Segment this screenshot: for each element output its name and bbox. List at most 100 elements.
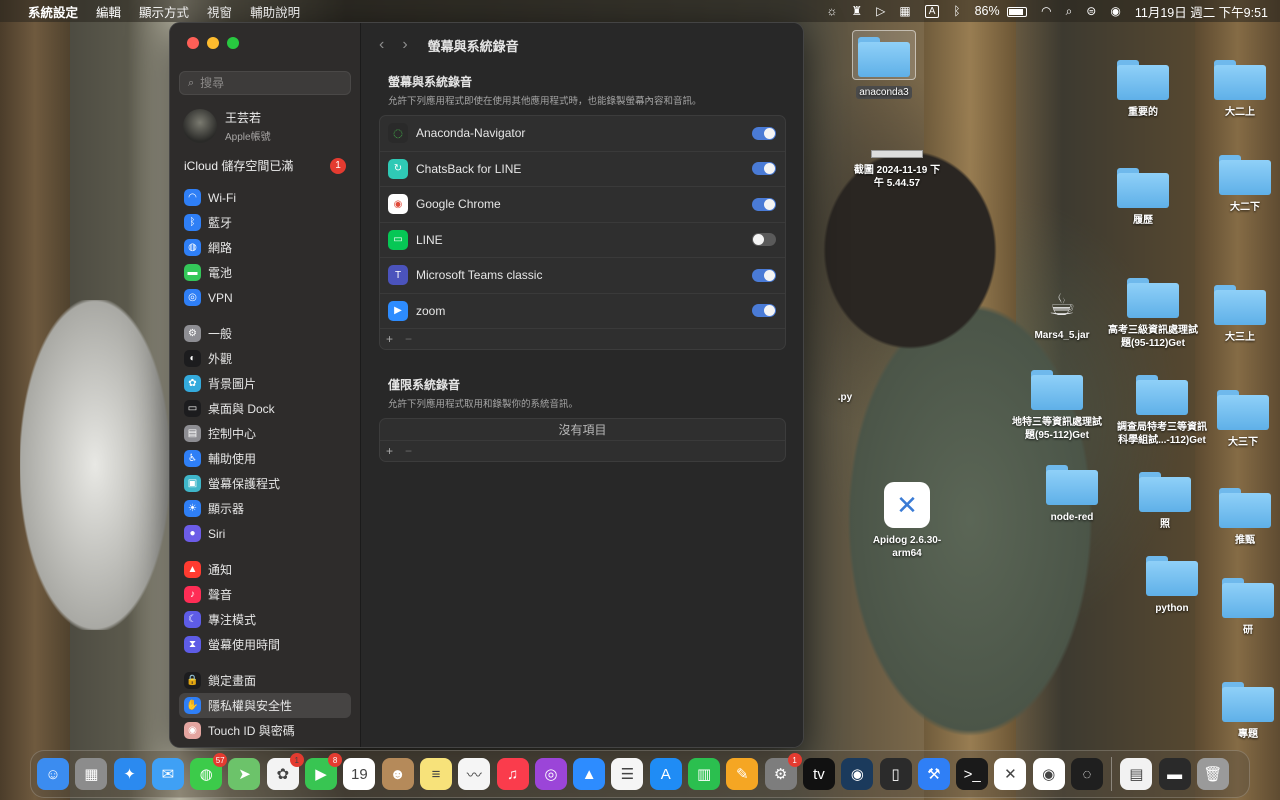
sidebar-item-focus[interactable]: ☾ 專注模式 [179,607,351,632]
clock[interactable]: 11月19日 週二 下午9:51 [1135,2,1268,21]
desktop-item[interactable]: 研 [1203,578,1280,637]
battery-status[interactable]: 86% [975,4,1028,18]
desktop-item[interactable]: 調查局特考三等資訊科學組試...-112)Get [1117,375,1207,447]
permission-toggle[interactable] [752,162,776,176]
apple-account[interactable]: 王芸若 Apple帳號 [183,109,360,143]
wifi-icon[interactable]: ◠ [1041,4,1051,18]
podcasts-icon[interactable]: ◎ [534,758,567,790]
siri-icon[interactable]: ◉ [1110,4,1120,18]
sidebar-item-display[interactable]: ☀ 顯示器 [179,496,351,521]
xcode-icon[interactable]: ⚒ [917,758,950,790]
permission-toggle[interactable] [752,126,776,140]
search-input[interactable] [200,76,341,90]
sidebar-item-appearance[interactable]: ◐ 外觀 [179,346,351,371]
permission-toggle[interactable] [752,233,776,247]
sidebar-item-sound[interactable]: ♪ 聲音 [179,582,351,607]
desktop-item[interactable]: 照 [1120,472,1210,531]
calendar-icon[interactable]: 19 [343,758,376,790]
sidebar-item-accessibility[interactable]: ♿ 輔助使用 [179,446,351,471]
add-app-button[interactable]: + [386,332,393,346]
menu-edit[interactable]: 編輯 [96,2,121,21]
rocket-icon[interactable]: ♜ [851,4,862,18]
sidebar-item-network[interactable]: ◍ 網路 [179,235,351,260]
sidebar-item-screensaver[interactable]: ▣ 螢幕保護程式 [179,471,351,496]
finder-icon[interactable]: ☺ [37,758,69,790]
control-center-icon[interactable]: ⊜ [1086,4,1096,18]
sidebar-item-dock[interactable]: ▭ 桌面與 Dock [179,396,351,421]
input-source-icon[interactable]: A [924,4,940,18]
steam-icon[interactable]: ◉ [841,758,874,790]
contacts-icon[interactable]: ☻ [381,758,414,790]
trash-icon[interactable]: 🗑 [1196,758,1229,790]
menu-help[interactable]: 輔助說明 [250,2,300,21]
system-settings-icon[interactable]: ⚙ 1 [764,753,802,790]
sidebar-item-notification[interactable]: ▲ 通知 [179,557,351,582]
launchpad-icon[interactable]: ▦ [75,758,108,790]
desktop-item[interactable]: 大二下 [1200,155,1280,214]
play-circle-icon[interactable]: ▷ [876,4,885,18]
desktop-item[interactable]: 大三下 [1198,390,1280,449]
sidebar-item-siri[interactable]: ● Siri [179,521,351,546]
anaconda-icon[interactable]: ◌ [1071,758,1104,790]
desktop-item[interactable]: .py [800,345,890,404]
desktop-item[interactable]: ✕ Apidog 2.6.30-arm64 [862,482,952,560]
screenshot-stack-icon[interactable]: ▬ [1158,758,1191,790]
sidebar-item-battery[interactable]: ▬ 電池 [179,260,351,285]
bluetooth-icon[interactable]: ᛒ [953,4,960,18]
remove-app-button[interactable]: − [405,444,412,458]
apidog-icon[interactable]: ✕ [994,758,1027,790]
facetime-icon[interactable]: ▶ 8 [305,753,343,790]
sidebar-item-privacy-hand[interactable]: ✋ 隱私權與安全性 [179,693,351,718]
desktop-item[interactable]: 推甄 [1200,488,1280,547]
desktop-item[interactable]: 重要的 [1098,60,1188,119]
appstore-icon[interactable]: A [649,758,682,790]
messages-icon[interactable]: ◍ 57 [190,753,228,790]
keynote-icon[interactable]: ▲ [573,758,606,790]
pages-icon[interactable]: ✎ [726,758,759,790]
desktop-item[interactable]: 專題 [1203,682,1280,741]
appletv-icon[interactable]: tv [802,758,835,790]
add-app-button[interactable]: + [386,444,393,458]
numbers-icon[interactable]: ▥ [688,758,721,790]
desktop-item[interactable]: node-red [1027,465,1117,524]
sidebar-item-wifi[interactable]: ◠ Wi-Fi [179,185,351,210]
maps-icon[interactable]: ➤ [228,758,261,790]
mail-icon[interactable]: ✉ [151,758,184,790]
desktop-item[interactable]: ☕ Mars4_5.jar [1017,288,1107,342]
desktop-item[interactable]: 截圖 2024-11-19 下午 5.44.57 [852,150,942,190]
spotlight-search-icon[interactable]: ⌕ [1066,4,1073,19]
desktop-item[interactable]: 履歷 [1098,168,1188,227]
back-chevron-icon[interactable]: ‹ [379,36,384,54]
sidebar-item-control-center[interactable]: ▤ 控制中心 [179,421,351,446]
notes-icon[interactable]: ≡ [419,758,452,790]
desktop-item[interactable]: 高考三級資訊處理試題(95-112)Get [1108,278,1198,350]
sidebar-item-vpn[interactable]: ◎ VPN [179,285,351,310]
document-icon[interactable]: ▤ [1120,758,1153,790]
sidebar-item-screentime[interactable]: ⧗ 螢幕使用時間 [179,632,351,657]
desktop-item[interactable]: 大二上 [1195,60,1280,119]
sidebar-item-lock[interactable]: 🔒 鎖定畫面 [179,668,351,693]
safari-icon[interactable]: ✦ [113,758,146,790]
sidebar-item-bluetooth[interactable]: ᛒ 藍牙 [179,210,351,235]
terminal-icon[interactable]: >_ [956,758,989,790]
iphone-mirroring-icon[interactable]: ▯ [879,758,912,790]
permission-toggle[interactable] [752,197,776,211]
permission-toggle[interactable] [752,304,776,318]
brightness-icon[interactable]: ☼ [826,4,837,18]
close-button[interactable] [187,37,199,49]
menu-app-name[interactable]: 系統設定 [28,2,78,21]
remove-app-button[interactable]: − [405,332,412,346]
reminders-icon[interactable]: ☰ [611,758,644,790]
sidebar-item-fingerprint[interactable]: ◉ Touch ID 與密碼 [179,718,351,743]
permission-toggle[interactable] [752,268,776,282]
chrome-icon[interactable]: ◉ [1032,758,1065,790]
photos-icon[interactable]: ✿ 1 [266,753,304,790]
keyboard-icon[interactable]: ▦ [899,4,910,18]
sidebar-item-wallpaper[interactable]: ✿ 背景圖片 [179,371,351,396]
music-icon[interactable]: ♫ [496,758,529,790]
menu-window[interactable]: 視窗 [207,2,232,21]
freeform-icon[interactable]: 〰 [458,758,491,790]
desktop-item[interactable]: 大三上 [1195,285,1280,344]
zoom-button[interactable] [227,37,239,49]
icloud-storage-full-alert[interactable]: iCloud 儲存空間已滿 1 [184,157,346,174]
